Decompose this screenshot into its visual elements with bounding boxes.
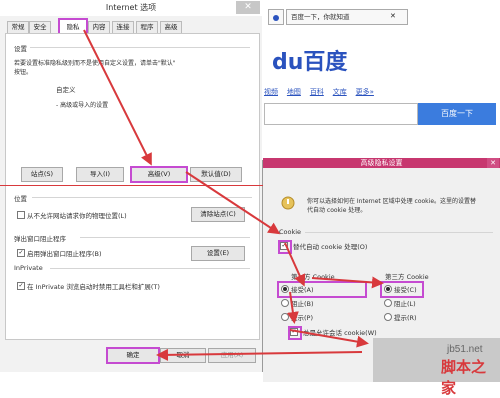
arrow-to-override	[185, 171, 281, 235]
arrow-to-third-accept	[311, 276, 384, 289]
arrow-to-first-accept	[284, 242, 306, 287]
arrow-to-ok	[156, 348, 363, 361]
arrow-to-dialog-ok	[289, 329, 369, 348]
arrow-to-advanced	[83, 29, 152, 166]
instruction-arrows	[83, 29, 384, 361]
arrow-to-session	[286, 291, 299, 324]
